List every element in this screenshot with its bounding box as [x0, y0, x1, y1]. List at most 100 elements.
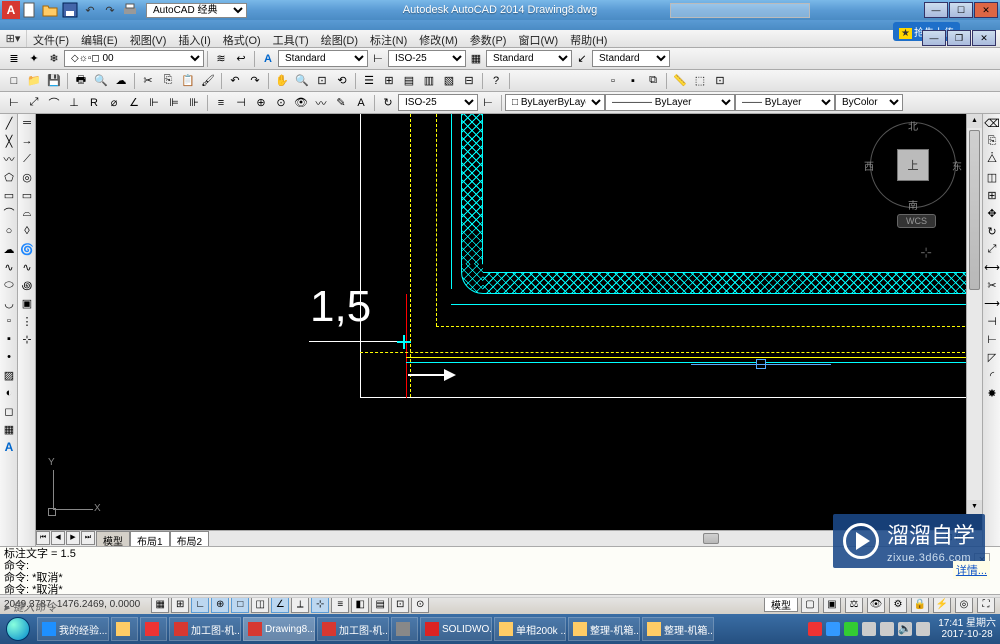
redo-icon[interactable]: ↷	[246, 72, 264, 90]
app-logo-icon[interactable]: A	[2, 1, 20, 19]
linetype-dropdown[interactable]: ———— ByLayer	[605, 94, 735, 111]
color-dropdown[interactable]: □ ByLayerByLayer	[505, 94, 605, 111]
gradient-icon[interactable]: ◐	[1, 385, 17, 401]
qat-new-icon[interactable]	[22, 2, 38, 18]
tab-prev-icon[interactable]: ◀	[51, 531, 65, 545]
layer-prev-icon[interactable]: ↩	[232, 50, 250, 68]
spline2-icon[interactable]: ∿	[19, 259, 35, 275]
revcloud-icon[interactable]: ☁	[1, 241, 17, 257]
ellipse-icon[interactable]: ⬭	[1, 277, 17, 293]
layer-freeze-icon[interactable]: ❄	[45, 50, 63, 68]
spline-icon[interactable]: ∿	[1, 259, 17, 275]
menu-draw[interactable]: 绘图(D)	[315, 30, 364, 47]
cut-icon[interactable]: ✂	[139, 72, 157, 90]
preview-icon[interactable]: 🔍	[92, 72, 110, 90]
xline-icon[interactable]: ╳	[1, 133, 17, 149]
table-icon[interactable]: ▦	[1, 421, 17, 437]
divide-icon[interactable]: ⋮	[19, 313, 35, 329]
tray-icon-2[interactable]	[826, 622, 840, 636]
lineweight-dropdown[interactable]: —— ByLayer	[735, 94, 835, 111]
menu-help[interactable]: 帮助(H)	[564, 30, 613, 47]
tray-icon-1[interactable]	[808, 622, 822, 636]
task-folder[interactable]	[111, 617, 138, 641]
layer-manager-icon[interactable]: ≣	[5, 50, 23, 68]
tray-icon-3[interactable]	[844, 622, 858, 636]
task-folder2[interactable]: 单相200k ...	[494, 617, 566, 641]
arc-icon[interactable]: ⌒	[1, 205, 17, 221]
group-icon[interactable]: ⊡	[711, 72, 729, 90]
task-folder3[interactable]: 整理-机箱...	[568, 617, 640, 641]
qat-open-icon[interactable]	[42, 2, 58, 18]
dim-style-dropdown[interactable]: ISO-25	[388, 50, 466, 67]
dim-quick-icon[interactable]: ⊩	[145, 94, 163, 112]
hatch-icon[interactable]: ▨	[1, 367, 17, 383]
menu-dimension[interactable]: 标注(N)	[364, 30, 413, 47]
save-icon[interactable]: 💾	[45, 72, 63, 90]
tray-icon-4[interactable]	[862, 622, 876, 636]
task-ie[interactable]: 我的经验...	[37, 617, 109, 641]
chamfer-icon[interactable]: ◸	[984, 349, 1000, 365]
xref-icon[interactable]: ⧉	[644, 72, 662, 90]
erase-icon[interactable]: ⌫	[984, 115, 1000, 131]
menu-insert[interactable]: 插入(I)	[172, 30, 216, 47]
tray-icon-5[interactable]	[880, 622, 894, 636]
array-icon[interactable]: ⊞	[984, 187, 1000, 203]
dim-diameter-icon[interactable]: ⌀	[105, 94, 123, 112]
plotstyle-dropdown[interactable]: ByColor	[835, 94, 903, 111]
nav-arrows-icon[interactable]: ⊹	[920, 244, 932, 261]
view-cube[interactable]: 上 北 南 东 西	[868, 120, 958, 210]
tray-network-icon[interactable]	[916, 622, 930, 636]
mirror-icon[interactable]: ⧊	[984, 151, 1000, 167]
task-acad2[interactable]: 加工图-机...	[317, 617, 389, 641]
menu-file[interactable]: 文件(F)	[27, 30, 75, 47]
details-link[interactable]: 详情...	[953, 561, 990, 579]
calc-icon[interactable]: ⊟	[460, 72, 478, 90]
command-prompt[interactable]: ▸ 键入命令	[0, 597, 1000, 616]
dim-tedit-icon[interactable]: A	[352, 94, 370, 112]
menu-window[interactable]: 窗口(W)	[512, 30, 564, 47]
window-menu-icon[interactable]: ⊞▾	[5, 31, 21, 47]
block-icon[interactable]: ▫	[604, 72, 622, 90]
boundary-icon[interactable]: ▣	[19, 295, 35, 311]
task-acad-current[interactable]: Drawing8...	[243, 617, 315, 641]
text-style-dropdown[interactable]: Standard	[278, 50, 368, 67]
dim-edit-icon[interactable]: ✎	[332, 94, 350, 112]
dim-style-icon[interactable]: ⊢	[369, 50, 387, 68]
inspect-icon[interactable]: 👁	[292, 94, 310, 112]
circle-icon[interactable]: ○	[1, 223, 17, 239]
tolerance-icon[interactable]: ⊕	[252, 94, 270, 112]
menu-edit[interactable]: 编辑(E)	[75, 30, 124, 47]
help-icon[interactable]: ?	[487, 72, 505, 90]
explode-icon[interactable]: ✸	[984, 385, 1000, 401]
text-style-icon[interactable]: A	[259, 50, 277, 68]
ray-icon[interactable]: →	[19, 133, 35, 149]
mline-icon[interactable]: ═	[19, 115, 35, 131]
menu-parametric[interactable]: 参数(P)	[464, 30, 513, 47]
task-folder4[interactable]: 整理-机箱...	[642, 617, 714, 641]
dim-arc-icon[interactable]: ⌒	[45, 94, 63, 112]
layer-match-icon[interactable]: ≋	[212, 50, 230, 68]
task-app2[interactable]	[391, 617, 418, 641]
rotate-icon[interactable]: ↻	[984, 223, 1000, 239]
tab-model[interactable]: 模型	[96, 531, 130, 546]
qat-print-icon[interactable]	[122, 2, 138, 18]
minimize-button[interactable]: —	[924, 2, 948, 18]
dimstyle-icon[interactable]: ⊢	[479, 94, 497, 112]
vertical-scrollbar[interactable]: ▲ ▼	[966, 114, 982, 514]
menu-view[interactable]: 视图(V)	[124, 30, 173, 47]
wipeout-icon[interactable]: ◊	[19, 223, 35, 239]
pan-icon[interactable]: ✋	[273, 72, 291, 90]
menu-tools[interactable]: 工具(T)	[267, 30, 315, 47]
copy2-icon[interactable]: ⎘	[984, 133, 1000, 149]
zoom-prev-icon[interactable]: ⟲	[333, 72, 351, 90]
fillet-icon[interactable]: ◜	[984, 367, 1000, 383]
paste-icon[interactable]: 📋	[179, 72, 197, 90]
dim-aligned-icon[interactable]: ⤢	[25, 94, 43, 112]
menu-format[interactable]: 格式(O)	[217, 30, 267, 47]
make-block-icon[interactable]: ▪	[1, 331, 17, 347]
tool-palettes-icon[interactable]: ▤	[400, 72, 418, 90]
break-icon[interactable]: ⊣	[984, 313, 1000, 329]
mleader-style-icon[interactable]: ↙	[573, 50, 591, 68]
arc2-icon[interactable]: ⌓	[19, 205, 35, 221]
dim-jog-icon[interactable]: 〰	[312, 94, 330, 112]
